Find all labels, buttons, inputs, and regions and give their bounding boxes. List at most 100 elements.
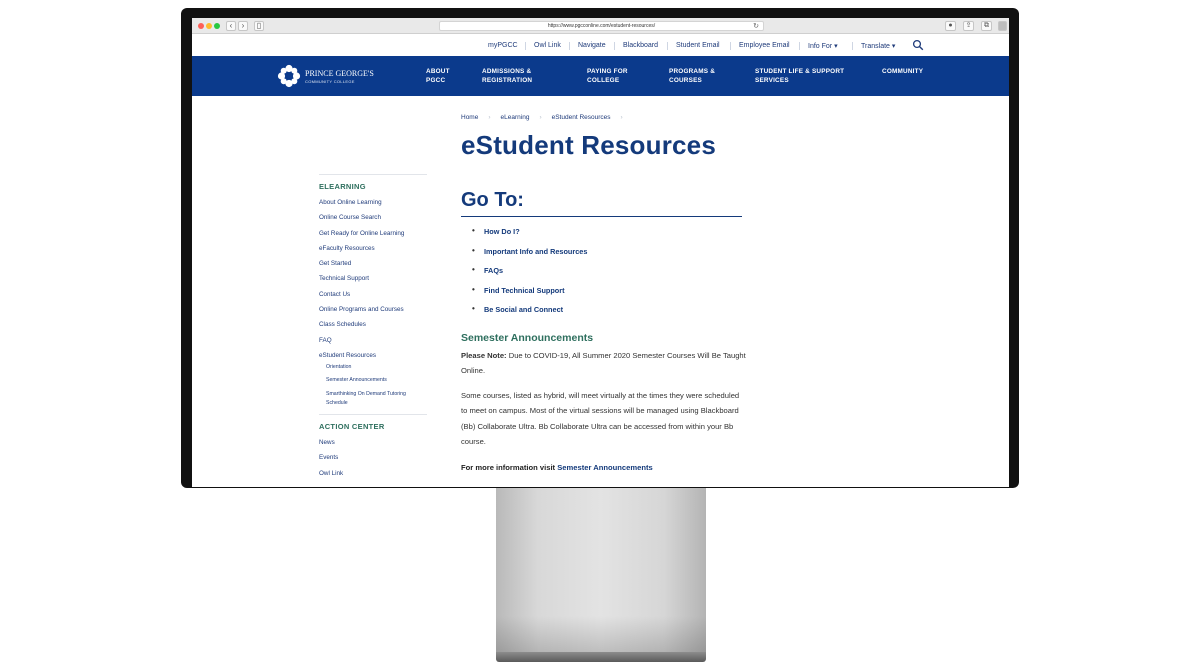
covid-note-paragraph: Please Note: Due to COVID-19, All Summer…: [461, 348, 746, 379]
sidebar-subitem-smarthinking[interactable]: Smarthinking On Demand Tutoring Schedule: [319, 390, 427, 410]
nav-student-life-support[interactable]: STUDENT LIFE & SUPPORT SERVICES: [755, 67, 844, 85]
logo-subtitle: COMMUNITY COLLEGE: [305, 79, 355, 84]
util-divider: [525, 42, 526, 50]
page-title: eStudent Resources: [461, 130, 717, 160]
nav-community[interactable]: COMMUNITY: [882, 67, 923, 76]
monitor-stand-base: [496, 652, 706, 662]
back-button[interactable]: ‹: [226, 21, 236, 31]
breadcrumb-separator-icon: ›: [620, 114, 623, 121]
util-divider: [614, 42, 615, 50]
util-link-translate[interactable]: Translate ▾: [861, 42, 895, 50]
util-link-navigate[interactable]: Navigate: [578, 42, 606, 49]
goto-list: How Do I? Important Info and Resources F…: [472, 226, 587, 325]
nav-label-line2: PGCC: [426, 77, 446, 84]
util-divider: [667, 42, 668, 50]
nav-label-line2: REGISTRATION: [482, 77, 533, 84]
util-link-employee-email[interactable]: Employee Email: [739, 42, 790, 49]
nav-label-line1: COMMUNITY: [882, 68, 924, 75]
sidebar-item-contact-us[interactable]: Contact Us: [319, 291, 427, 306]
nav-label-line1: ADMISSIONS &: [482, 68, 532, 75]
nav-label-line2: SERVICES: [755, 77, 789, 84]
util-link-mypgcc[interactable]: myPGCC: [488, 42, 518, 49]
utility-nav: myPGCC Owl Link Navigate Blackboard Stud…: [192, 34, 1009, 56]
reload-icon[interactable]: ↻: [753, 22, 759, 31]
util-link-owl-link[interactable]: Owl Link: [534, 42, 561, 49]
note-label: Please Note:: [461, 351, 507, 360]
goto-link-how-do-i[interactable]: How Do I?: [472, 226, 587, 247]
sidebar-item-owl-link[interactable]: Owl Link: [319, 470, 427, 485]
nav-label-line1: ABOUT: [426, 68, 450, 75]
sidebar: ELEARNING About Online Learning Online C…: [319, 174, 427, 485]
college-logo[interactable]: PRINCE GEORGE'S COMMUNITY COLLEGE: [277, 63, 377, 89]
util-divider: [799, 42, 800, 50]
url-text: https://www.pgcconline.com/estudent-reso…: [547, 23, 656, 29]
util-divider: [730, 42, 731, 50]
breadcrumb-separator-icon: ›: [539, 114, 542, 121]
sidebar-subitem-orientation[interactable]: Orientation: [319, 364, 427, 377]
sidebar-item-news[interactable]: News: [319, 439, 427, 454]
sidebar-item-events[interactable]: Events: [319, 454, 427, 469]
nav-label-line2: COLLEGE: [587, 77, 620, 84]
sidebar-item-technical-support[interactable]: Technical Support: [319, 275, 427, 290]
sidebar-item-online-programs[interactable]: Online Programs and Courses: [319, 306, 427, 321]
breadcrumb: Home › eLearning › eStudent Resources ›: [461, 114, 633, 121]
nav-paying-for-college[interactable]: PAYING FOR COLLEGE: [587, 67, 628, 85]
goto-link-faqs[interactable]: FAQs: [472, 265, 587, 286]
util-link-student-email[interactable]: Student Email: [676, 42, 720, 49]
nav-label-line1: PAYING FOR: [587, 68, 628, 75]
sidebar-item-online-course-search[interactable]: Online Course Search: [319, 214, 427, 229]
util-link-blackboard[interactable]: Blackboard: [623, 42, 658, 49]
sidebar-item-efaculty-resources[interactable]: eFaculty Resources: [319, 245, 427, 260]
goto-link-important-info[interactable]: Important Info and Resources: [472, 246, 587, 267]
nav-about-pgcc[interactable]: ABOUT PGCC: [426, 67, 450, 85]
minimize-window-button[interactable]: [206, 23, 212, 29]
semester-announcements-heading: Semester Announcements: [461, 332, 594, 344]
sidebar-item-class-schedules[interactable]: Class Schedules: [319, 321, 427, 336]
sidebar-item-faq[interactable]: FAQ: [319, 337, 427, 352]
more-info-paragraph: For more information visit Semester Anno…: [461, 460, 746, 475]
util-divider: [852, 42, 853, 50]
breadcrumb-home[interactable]: Home: [461, 114, 478, 121]
nav-label-line1: PROGRAMS &: [669, 68, 716, 75]
nav-programs-courses[interactable]: PROGRAMS & COURSES: [669, 67, 715, 85]
goto-heading: Go To:: [461, 189, 524, 211]
sidebar-divider: [319, 174, 427, 175]
breadcrumb-elearning[interactable]: eLearning: [501, 114, 530, 121]
goto-link-be-social[interactable]: Be Social and Connect: [472, 304, 587, 325]
sidebar-item-estudent-resources[interactable]: eStudent Resources: [319, 352, 427, 364]
sidebar-item-about-online-learning[interactable]: About Online Learning: [319, 199, 427, 214]
semester-announcements-link[interactable]: Semester Announcements: [557, 463, 653, 472]
new-tab-button[interactable]: [998, 21, 1007, 31]
goto-link-technical-support[interactable]: Find Technical Support: [472, 285, 587, 306]
sidebar-divider: [319, 413, 427, 415]
util-divider: [569, 42, 570, 50]
close-window-button[interactable]: [198, 23, 204, 29]
maximize-window-button[interactable]: [214, 23, 220, 29]
nav-admissions-registration[interactable]: ADMISSIONS & REGISTRATION: [482, 67, 532, 85]
sidebar-toggle-icon[interactable]: ▯: [254, 21, 264, 31]
address-bar[interactable]: https://www.pgcconline.com/estudent-reso…: [439, 21, 764, 31]
flower-logo-icon: [277, 64, 301, 88]
util-link-info-for[interactable]: Info For ▾: [808, 42, 838, 50]
sidebar-item-get-started[interactable]: Get Started: [319, 260, 427, 275]
monitor-stand: [496, 488, 706, 656]
sidebar-heading-elearning: ELEARNING: [319, 182, 366, 191]
forward-button[interactable]: ›: [238, 21, 248, 31]
logo-name: PRINCE GEORGE'S: [305, 69, 374, 78]
tabs-overview-icon[interactable]: ⧉: [981, 21, 992, 31]
sidebar-subitem-semester-announcements[interactable]: Semester Announcements: [319, 377, 427, 390]
sidebar-item-get-ready[interactable]: Get Ready for Online Learning: [319, 230, 427, 245]
screen: ‹ › ▯ https://www.pgcconline.com/estuden…: [192, 18, 1009, 487]
nav-label-line2: COURSES: [669, 77, 703, 84]
share-icon[interactable]: ⇪: [963, 21, 974, 31]
breadcrumb-current: eStudent Resources: [551, 114, 611, 121]
search-icon[interactable]: [912, 39, 924, 51]
more-info-label: For more information visit: [461, 463, 558, 472]
nav-label-line1: STUDENT LIFE & SUPPORT: [755, 68, 845, 75]
download-icon[interactable]: ●: [945, 21, 956, 31]
breadcrumb-separator-icon: ›: [488, 114, 491, 121]
goto-divider: [461, 216, 742, 217]
monitor: ‹ › ▯ https://www.pgcconline.com/estuden…: [181, 8, 1019, 488]
hybrid-courses-paragraph: Some courses, listed as hybrid, will mee…: [461, 391, 740, 447]
main-nav: PRINCE GEORGE'S COMMUNITY COLLEGE ABOUT …: [192, 56, 1009, 96]
